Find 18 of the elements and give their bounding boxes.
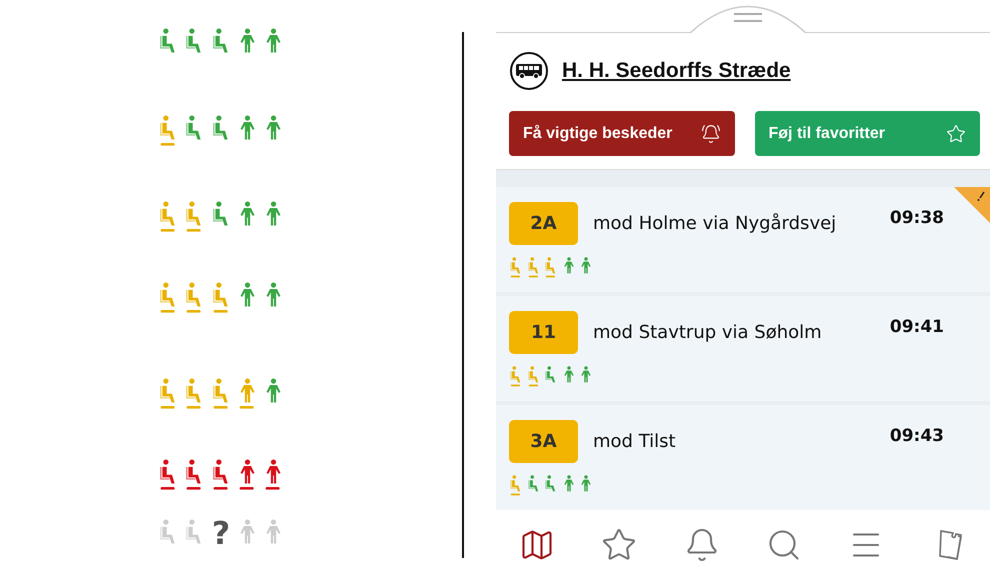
departure-time: 09:38 (890, 208, 944, 228)
destination: mod Holme via Nygårdsvej (593, 213, 838, 234)
departure-time: 09:43 (890, 426, 944, 446)
unknown-occupancy: ? (210, 518, 232, 550)
bell-icon (700, 124, 720, 144)
departure-card[interactable]: 2A mod Holme via Nygårdsvej 09:38 (496, 187, 990, 292)
departure-card[interactable]: 11 mod Stavtrup via Søholm 09:41 (496, 296, 990, 401)
stop-name[interactable]: H. H. Seedorffs Stræde (562, 59, 791, 83)
route-number: 3A (509, 420, 578, 463)
route-number: 2A (509, 202, 578, 245)
destination: mod Stavtrup via Søholm (593, 322, 823, 343)
destination: mod Tilst (593, 431, 677, 452)
departure-card[interactable]: 3A mod Tilst 09:43 (496, 405, 990, 510)
departure-time: 09:41 (890, 317, 944, 337)
bus-icon (510, 52, 548, 90)
alerts-button[interactable]: Få vigtige beskeder (509, 111, 734, 156)
route-number: 11 (509, 311, 578, 354)
star-icon (946, 124, 966, 144)
